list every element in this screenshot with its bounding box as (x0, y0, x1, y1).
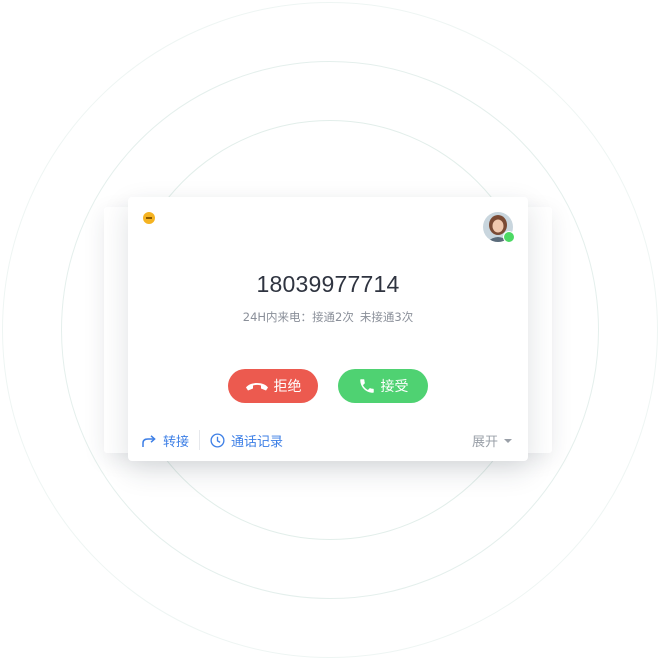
call-stats: 24H内来电：接通2次 未接通3次 (128, 309, 528, 325)
reject-button[interactable]: 拒绝 (228, 369, 318, 403)
accept-label: 接受 (380, 379, 409, 395)
expand-toggle[interactable]: 展开 (472, 431, 512, 450)
history-label: 通话记录 (231, 435, 284, 450)
background-stage: 18039977714 24H内来电：接通2次 未接通3次 拒绝 接受 转接 通… (0, 0, 660, 660)
missed-count: 未接通3次 (359, 310, 414, 324)
phone-icon (359, 379, 374, 393)
card-footer: 转接 通话记录 展开 (128, 428, 528, 454)
reject-label: 拒绝 (273, 379, 302, 395)
caller-number: 18039977714 (256, 271, 400, 297)
transfer-button[interactable]: 转接 (141, 431, 189, 450)
footer-divider (199, 430, 200, 450)
hang-up-icon (245, 383, 268, 391)
expand-label: 展开 (471, 435, 498, 450)
forward-arrow-icon (142, 434, 156, 447)
minimize-button[interactable] (143, 212, 155, 224)
answered-count: 接通2次 (312, 310, 354, 324)
stats-prefix: 24H内来电：接通2次 (242, 310, 354, 324)
transfer-label: 转接 (163, 435, 190, 450)
avatar[interactable] (483, 212, 515, 243)
call-history-button[interactable]: 通话记录 (210, 431, 283, 450)
clock-icon (210, 433, 225, 448)
online-status-indicator (503, 231, 515, 243)
caret-down-icon (504, 438, 512, 443)
incoming-call-card: 18039977714 24H内来电：接通2次 未接通3次 拒绝 接受 转接 通… (128, 197, 528, 461)
accept-button[interactable]: 接受 (338, 369, 428, 403)
minimize-icon (146, 217, 152, 219)
